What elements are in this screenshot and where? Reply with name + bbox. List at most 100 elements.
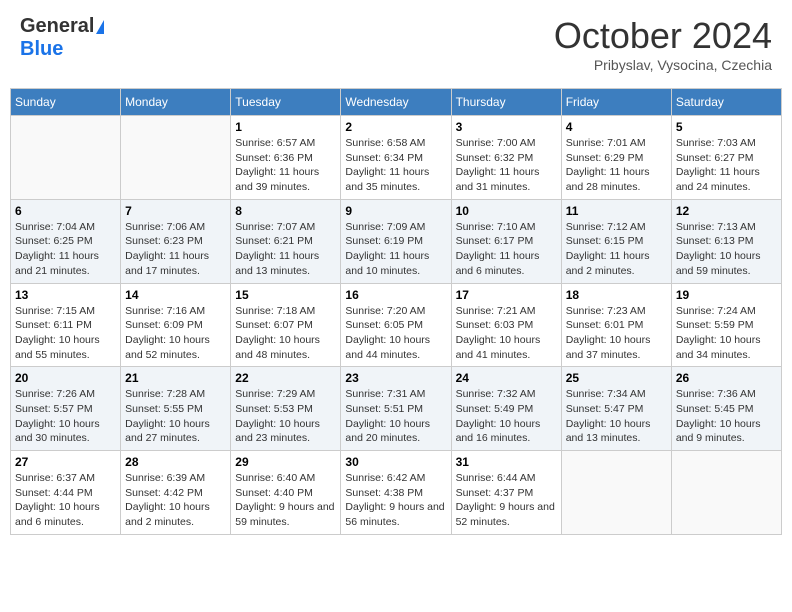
logo-blue-text: Blue xyxy=(20,38,63,61)
day-info: Sunrise: 7:04 AMSunset: 6:25 PMDaylight:… xyxy=(15,220,116,279)
day-number: 4 xyxy=(566,120,667,134)
calendar-day-cell: 2 Sunrise: 6:58 AMSunset: 6:34 PMDaylight… xyxy=(341,116,451,200)
day-info: Sunrise: 7:10 AMSunset: 6:17 PMDaylight:… xyxy=(456,220,557,279)
calendar-day-cell: 10 Sunrise: 7:10 AMSunset: 6:17 PMDayligh… xyxy=(451,199,561,283)
calendar-day-cell: 1 Sunrise: 6:57 AMSunset: 6:36 PMDaylight… xyxy=(231,116,341,200)
day-number: 25 xyxy=(566,371,667,385)
day-info: Sunrise: 6:37 AMSunset: 4:44 PMDaylight:… xyxy=(15,471,116,530)
day-info: Sunrise: 6:58 AMSunset: 6:34 PMDaylight:… xyxy=(345,136,446,195)
day-info: Sunrise: 7:06 AMSunset: 6:23 PMDaylight:… xyxy=(125,220,226,279)
page-header: General Blue October 2024 Pribyslav, Vys… xyxy=(10,10,782,78)
day-number: 24 xyxy=(456,371,557,385)
calendar-day-cell: 17 Sunrise: 7:21 AMSunset: 6:03 PMDayligh… xyxy=(451,283,561,367)
day-number: 2 xyxy=(345,120,446,134)
day-number: 5 xyxy=(676,120,777,134)
calendar-table: SundayMondayTuesdayWednesdayThursdayFrid… xyxy=(10,88,782,535)
calendar-day-cell: 3Sunrise: 7:00 AMSunset: 6:32 PMDaylight… xyxy=(451,116,561,200)
calendar-day-cell: 21Sunrise: 7:28 AMSunset: 5:55 PMDayligh… xyxy=(121,367,231,451)
day-info: Sunrise: 7:20 AMSunset: 6:05 PMDaylight:… xyxy=(345,304,446,363)
calendar-day-cell: 6Sunrise: 7:04 AMSunset: 6:25 PMDaylight… xyxy=(11,199,121,283)
day-info: Sunrise: 7:03 AMSunset: 6:27 PMDaylight:… xyxy=(676,136,777,195)
day-number: 9 xyxy=(345,204,446,218)
calendar-day-cell: 24Sunrise: 7:32 AMSunset: 5:49 PMDayligh… xyxy=(451,367,561,451)
calendar-day-header: Monday xyxy=(121,89,231,116)
day-number: 28 xyxy=(125,455,226,469)
day-info: Sunrise: 6:44 AMSunset: 4:37 PMDaylight:… xyxy=(456,471,557,530)
day-info: Sunrise: 6:39 AMSunset: 4:42 PMDaylight:… xyxy=(125,471,226,530)
day-number: 1 xyxy=(235,120,336,134)
calendar-day-cell: 30Sunrise: 6:42 AMSunset: 4:38 PMDayligh… xyxy=(341,451,451,535)
day-info: Sunrise: 6:40 AMSunset: 4:40 PMDaylight:… xyxy=(235,471,336,530)
calendar-day-cell: 7Sunrise: 7:06 AMSunset: 6:23 PMDaylight… xyxy=(121,199,231,283)
calendar-week-row: 20 Sunrise: 7:26 AMSunset: 5:57 PMDayligh… xyxy=(11,367,782,451)
calendar-day-cell: 23 Sunrise: 7:31 AMSunset: 5:51 PMDayligh… xyxy=(341,367,451,451)
day-info: Sunrise: 7:18 AMSunset: 6:07 PMDaylight:… xyxy=(235,304,336,363)
calendar-day-cell: 8 Sunrise: 7:07 AMSunset: 6:21 PMDaylight… xyxy=(231,199,341,283)
day-number: 10 xyxy=(456,204,557,218)
title-area: October 2024 Pribyslav, Vysocina, Czechi… xyxy=(554,15,772,73)
day-number: 20 xyxy=(15,371,116,385)
day-number: 22 xyxy=(235,371,336,385)
day-info: Sunrise: 7:31 AMSunset: 5:51 PMDaylight:… xyxy=(345,387,446,446)
logo-triangle-icon xyxy=(96,20,104,34)
day-number: 12 xyxy=(676,204,777,218)
calendar-day-cell xyxy=(121,116,231,200)
day-info: Sunrise: 7:24 AMSunset: 5:59 PMDaylight:… xyxy=(676,304,777,363)
day-number: 11 xyxy=(566,204,667,218)
day-number: 23 xyxy=(345,371,446,385)
day-number: 14 xyxy=(125,288,226,302)
day-info: Sunrise: 7:12 AMSunset: 6:15 PMDaylight:… xyxy=(566,220,667,279)
day-info: Sunrise: 7:07 AMSunset: 6:21 PMDaylight:… xyxy=(235,220,336,279)
calendar-day-cell: 19 Sunrise: 7:24 AMSunset: 5:59 PMDayligh… xyxy=(671,283,781,367)
day-info: Sunrise: 6:57 AMSunset: 6:36 PMDaylight:… xyxy=(235,136,336,195)
calendar-day-cell: 9 Sunrise: 7:09 AMSunset: 6:19 PMDaylight… xyxy=(341,199,451,283)
logo: General Blue xyxy=(20,15,104,61)
calendar-week-row: 1 Sunrise: 6:57 AMSunset: 6:36 PMDaylight… xyxy=(11,116,782,200)
day-number: 16 xyxy=(345,288,446,302)
day-info: Sunrise: 7:21 AMSunset: 6:03 PMDaylight:… xyxy=(456,304,557,363)
calendar-day-header: Sunday xyxy=(11,89,121,116)
day-number: 15 xyxy=(235,288,336,302)
logo-general-text: General xyxy=(20,15,94,38)
calendar-day-cell: 5 Sunrise: 7:03 AMSunset: 6:27 PMDaylight… xyxy=(671,116,781,200)
calendar-day-cell: 31Sunrise: 6:44 AMSunset: 4:37 PMDayligh… xyxy=(451,451,561,535)
day-info: Sunrise: 6:42 AMSunset: 4:38 PMDaylight:… xyxy=(345,471,446,530)
calendar-day-header: Tuesday xyxy=(231,89,341,116)
calendar-day-cell: 26Sunrise: 7:36 AMSunset: 5:45 PMDayligh… xyxy=(671,367,781,451)
day-info: Sunrise: 7:13 AMSunset: 6:13 PMDaylight:… xyxy=(676,220,777,279)
day-info: Sunrise: 7:34 AMSunset: 5:47 PMDaylight:… xyxy=(566,387,667,446)
day-info: Sunrise: 7:16 AMSunset: 6:09 PMDaylight:… xyxy=(125,304,226,363)
day-info: Sunrise: 7:09 AMSunset: 6:19 PMDaylight:… xyxy=(345,220,446,279)
day-number: 17 xyxy=(456,288,557,302)
day-info: Sunrise: 7:36 AMSunset: 5:45 PMDaylight:… xyxy=(676,387,777,446)
day-info: Sunrise: 7:15 AMSunset: 6:11 PMDaylight:… xyxy=(15,304,116,363)
day-number: 8 xyxy=(235,204,336,218)
day-info: Sunrise: 7:00 AMSunset: 6:32 PMDaylight:… xyxy=(456,136,557,195)
day-number: 21 xyxy=(125,371,226,385)
day-number: 13 xyxy=(15,288,116,302)
calendar-week-row: 13 Sunrise: 7:15 AMSunset: 6:11 PMDayligh… xyxy=(11,283,782,367)
day-number: 19 xyxy=(676,288,777,302)
calendar-day-cell: 15 Sunrise: 7:18 AMSunset: 6:07 PMDayligh… xyxy=(231,283,341,367)
calendar-day-cell xyxy=(671,451,781,535)
calendar-header-row: SundayMondayTuesdayWednesdayThursdayFrid… xyxy=(11,89,782,116)
calendar-day-cell: 11 Sunrise: 7:12 AMSunset: 6:15 PMDayligh… xyxy=(561,199,671,283)
calendar-week-row: 6Sunrise: 7:04 AMSunset: 6:25 PMDaylight… xyxy=(11,199,782,283)
calendar-day-header: Friday xyxy=(561,89,671,116)
location-text: Pribyslav, Vysocina, Czechia xyxy=(554,57,772,73)
day-number: 27 xyxy=(15,455,116,469)
calendar-day-cell: 18 Sunrise: 7:23 AMSunset: 6:01 PMDayligh… xyxy=(561,283,671,367)
calendar-day-header: Thursday xyxy=(451,89,561,116)
calendar-day-cell: 14 Sunrise: 7:16 AMSunset: 6:09 PMDayligh… xyxy=(121,283,231,367)
calendar-day-cell: 28 Sunrise: 6:39 AMSunset: 4:42 PMDayligh… xyxy=(121,451,231,535)
calendar-week-row: 27 Sunrise: 6:37 AMSunset: 4:44 PMDayligh… xyxy=(11,451,782,535)
day-info: Sunrise: 7:23 AMSunset: 6:01 PMDaylight:… xyxy=(566,304,667,363)
calendar-day-cell xyxy=(561,451,671,535)
calendar-day-cell: 20 Sunrise: 7:26 AMSunset: 5:57 PMDayligh… xyxy=(11,367,121,451)
calendar-day-cell: 16 Sunrise: 7:20 AMSunset: 6:05 PMDayligh… xyxy=(341,283,451,367)
day-info: Sunrise: 7:26 AMSunset: 5:57 PMDaylight:… xyxy=(15,387,116,446)
day-number: 18 xyxy=(566,288,667,302)
calendar-day-cell: 25 Sunrise: 7:34 AMSunset: 5:47 PMDayligh… xyxy=(561,367,671,451)
day-info: Sunrise: 7:29 AMSunset: 5:53 PMDaylight:… xyxy=(235,387,336,446)
calendar-day-cell: 4Sunrise: 7:01 AMSunset: 6:29 PMDaylight… xyxy=(561,116,671,200)
